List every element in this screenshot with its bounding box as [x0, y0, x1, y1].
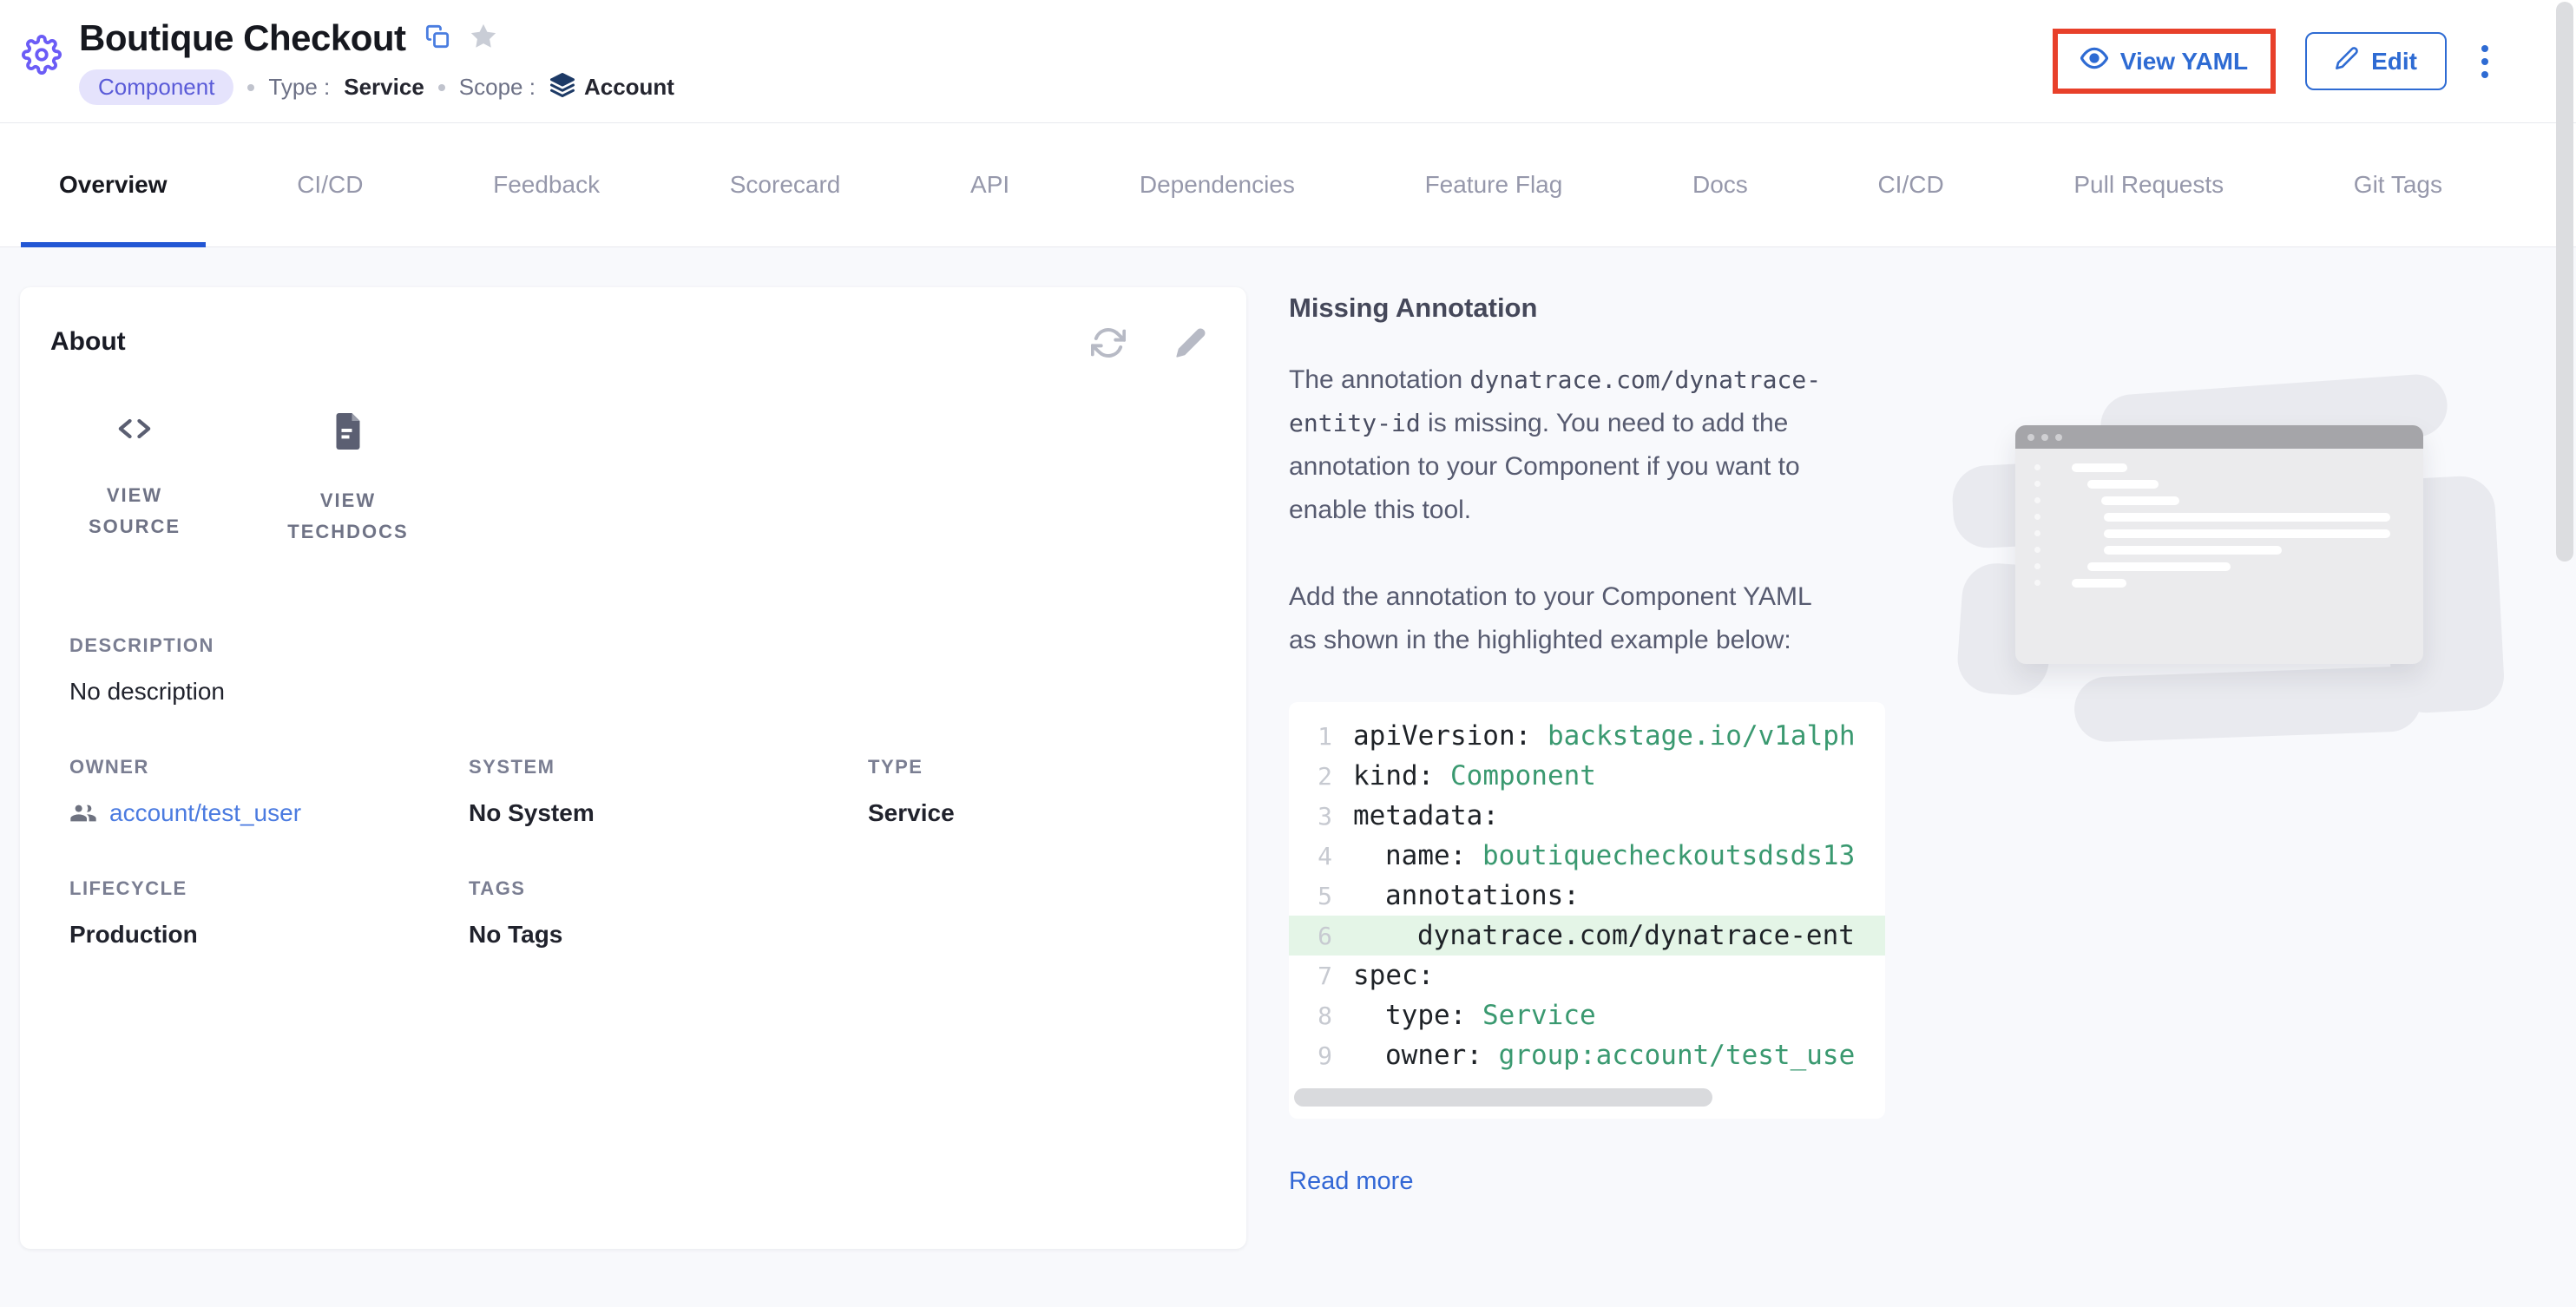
refresh-icon[interactable]	[1091, 325, 1126, 363]
code-lines: 1apiVersion: backstage.io/v1alph2kind: C…	[1289, 716, 1885, 1075]
code-icon	[115, 413, 154, 449]
background-blob	[2073, 666, 2422, 743]
missing-annotation-panel: Missing Annotation The annotation dynatr…	[1289, 292, 1905, 1196]
about-field-description: DESCRIPTION No description	[69, 634, 1207, 706]
annotation-highlight-box: View YAML	[2053, 29, 2276, 94]
scope-label: Scope :	[459, 74, 536, 101]
tab-ci-cd[interactable]: CI/CD	[259, 123, 401, 246]
annotation-instruction: Add the annotation to your Component YAM…	[1289, 575, 1827, 662]
tab-pull-requests[interactable]: Pull Requests	[2035, 123, 2262, 246]
people-icon	[69, 799, 97, 827]
more-options-kebab-menu[interactable]	[2476, 40, 2494, 83]
type-label: Type :	[268, 74, 330, 101]
code-line-6: 6dynatrace.com/dynatrace-ent	[1289, 916, 1885, 956]
field-label: DESCRIPTION	[69, 634, 1207, 657]
read-more-link[interactable]: Read more	[1289, 1167, 1413, 1196]
code-line-7: 7spec:	[1289, 956, 1885, 995]
browser-window-graphic	[2015, 425, 2423, 664]
code-line-2: 2kind: Component	[1289, 756, 1885, 796]
page-scrollbar-thumb[interactable]	[2556, 2, 2573, 562]
field-label: OWNER	[69, 756, 469, 778]
separator-dot	[438, 84, 445, 91]
entity-meta-row: Component Type : Service Scope : Account	[79, 69, 674, 105]
about-field-owner: OWNER account/test_user	[69, 756, 469, 827]
code-line-9: 9owner: group:account/test_use	[1289, 1035, 1885, 1075]
page-title: Boutique Checkout	[79, 17, 406, 59]
favorite-star-icon[interactable]	[469, 22, 498, 56]
pencil-icon	[2335, 46, 2359, 76]
owner-link[interactable]: account/test_user	[109, 799, 301, 827]
tab-overview[interactable]: Overview	[21, 123, 206, 246]
field-value: No Tags	[469, 921, 868, 949]
annotation-description: The annotation dynatrace.com/dynatrace-e…	[1289, 358, 1831, 532]
tab-dependencies[interactable]: Dependencies	[1101, 123, 1333, 246]
code-line-3: 3metadata:	[1289, 796, 1885, 836]
view-yaml-button[interactable]: View YAML	[2058, 34, 2270, 89]
edit-button[interactable]: Edit	[2305, 32, 2447, 90]
code-horizontal-scrollbar[interactable]	[1294, 1088, 1712, 1107]
code-line-8: 8type: Service	[1289, 995, 1885, 1035]
field-value: No System	[469, 799, 868, 827]
tabs-bar: Overview CI/CD Feedback Scorecard API Depende…	[0, 123, 2576, 247]
missing-annotation-title: Missing Annotation	[1289, 292, 1905, 324]
browser-titlebar	[2015, 425, 2423, 449]
document-icon	[332, 413, 364, 454]
about-field-tags: TAGS No Tags	[469, 877, 868, 949]
main-content: About VIEWSOURCE VIEWT	[0, 247, 2576, 1307]
about-field-system: SYSTEM No System	[469, 756, 868, 827]
eye-icon	[2080, 44, 2108, 78]
copy-icon[interactable]	[425, 24, 450, 53]
page-header: Boutique Checkout Component Type : Servi…	[0, 0, 2576, 123]
settings-gear-icon	[22, 35, 62, 79]
tab-scorecard[interactable]: Scorecard	[692, 123, 879, 246]
entity-kind-badge: Component	[79, 69, 233, 105]
code-line-5: 5annotations:	[1289, 876, 1885, 916]
about-card: About VIEWSOURCE VIEWT	[20, 287, 1246, 1249]
field-value: No description	[69, 678, 1207, 706]
tab-feature-flag[interactable]: Feature Flag	[1387, 123, 1601, 246]
separator-dot	[247, 84, 254, 91]
layers-scope-icon	[549, 72, 575, 102]
view-source-action[interactable]: VIEWSOURCE	[69, 413, 200, 548]
tab-feedback[interactable]: Feedback	[455, 123, 638, 246]
scope-value: Account	[584, 74, 674, 101]
view-techdocs-action[interactable]: VIEWTECHDOCS	[283, 413, 413, 548]
edit-about-pencil-icon[interactable]	[1174, 325, 1207, 363]
tab-api[interactable]: API	[932, 123, 1048, 246]
field-label: LIFECYCLE	[69, 877, 469, 900]
type-value: Service	[344, 74, 424, 101]
about-field-lifecycle: LIFECYCLE Production	[69, 877, 469, 949]
field-label: TYPE	[868, 756, 1207, 778]
field-label: TAGS	[469, 877, 868, 900]
tab-docs[interactable]: Docs	[1654, 123, 1786, 246]
field-value: account/test_user	[69, 799, 469, 827]
code-line-4: 4name: boutiquecheckoutsdsds13	[1289, 836, 1885, 876]
illustration-rows	[2015, 449, 2423, 591]
code-line-1: 1apiVersion: backstage.io/v1alph	[1289, 716, 1885, 756]
yaml-code-block: 1apiVersion: backstage.io/v1alph2kind: C…	[1289, 702, 1885, 1119]
tab-ci-cd[interactable]: CI/CD	[1839, 123, 1981, 246]
code-window-illustration	[1953, 378, 2508, 742]
field-value: Service	[868, 799, 1207, 827]
about-fields: DESCRIPTION No description OWNER account/te…	[69, 634, 1207, 949]
tab-git-tags[interactable]: Git Tags	[2316, 123, 2481, 246]
about-card-title: About	[50, 327, 126, 357]
field-value: Production	[69, 921, 469, 949]
field-label: SYSTEM	[469, 756, 868, 778]
about-field-type: TYPE Service	[868, 756, 1207, 827]
